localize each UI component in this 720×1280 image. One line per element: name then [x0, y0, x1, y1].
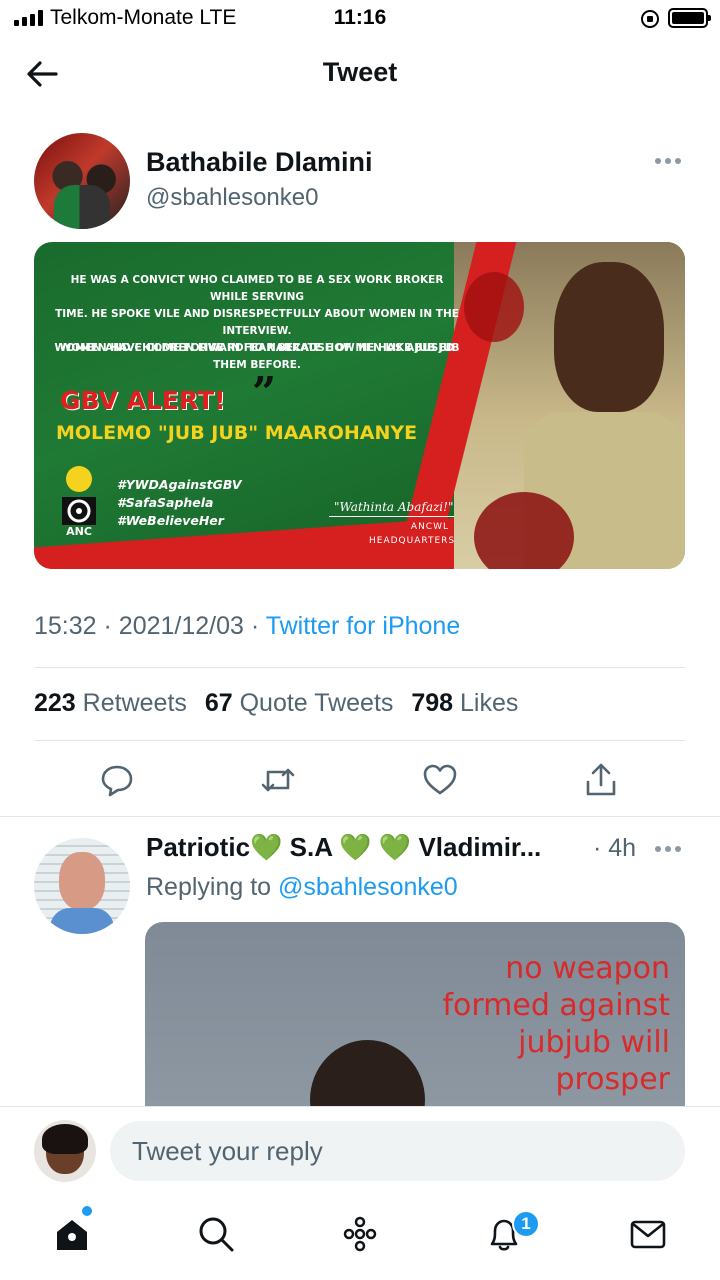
- tweet-meta: 15:32 · 2021/12/03 · Twitter for iPhone: [34, 612, 461, 640]
- tweet-source-link[interactable]: Twitter for iPhone: [266, 612, 461, 640]
- author-handle[interactable]: @sbahlesonke0: [146, 184, 318, 212]
- status-time: 11:16: [333, 6, 387, 29]
- battery-icon: [668, 8, 711, 28]
- like-button[interactable]: [420, 756, 460, 804]
- reply-input[interactable]: [110, 1121, 685, 1181]
- share-button[interactable]: [581, 756, 621, 804]
- divider: [34, 667, 685, 668]
- reply-media[interactable]: no weapon formed against jubjub will pro…: [145, 922, 685, 1122]
- tab-home[interactable]: [48, 1210, 96, 1258]
- media-hashtags: #YWDAgainstGBV #SafaSaphela #WeBelieveHe…: [117, 477, 242, 528]
- nav-header: Tweet: [0, 40, 720, 115]
- media-signature: "Wathinta Abafazi!": [334, 500, 454, 514]
- reply-author-name[interactable]: Patriotic💚 S.A 💚 💚 Vladimir...: [146, 832, 541, 863]
- tab-search[interactable]: [192, 1210, 240, 1258]
- tweet-date: 2021/12/03: [118, 612, 244, 640]
- replying-to: Replying to @sbahlesonke0: [146, 873, 458, 901]
- tweet-more-button[interactable]: [655, 150, 685, 172]
- media-org: ANCWL HEADQUARTERS: [369, 522, 456, 546]
- reply-author-avatar[interactable]: [34, 838, 130, 934]
- media-text-2: Women and children live in fear because …: [54, 342, 460, 354]
- tweet-stats: 223 Retweets 67 Quote Tweets 798 Likes: [34, 689, 529, 718]
- page-title: Tweet: [322, 57, 398, 87]
- reply-button[interactable]: [97, 756, 137, 804]
- tab-bar: [0, 1196, 720, 1280]
- reply-composer: [0, 1106, 720, 1196]
- anc-logo-icon: ANC: [62, 466, 96, 537]
- svg-text:ANC: ANC: [66, 525, 92, 537]
- reply-media-text: no weapon formed against jubjub will pro…: [442, 951, 670, 1097]
- media-alert: GBV ALERT!: [60, 386, 226, 415]
- home-icon: [57, 1220, 87, 1250]
- quote-tweets-stat[interactable]: 67 Quote Tweets: [205, 689, 394, 717]
- retweet-icon: [261, 768, 295, 792]
- retweets-stat[interactable]: 223 Retweets: [34, 689, 187, 717]
- mention-link[interactable]: @sbahlesonke0: [278, 873, 458, 901]
- tab-spaces[interactable]: [336, 1210, 384, 1258]
- reply-more-button[interactable]: [655, 838, 685, 860]
- orientation-lock-icon: [641, 10, 659, 28]
- notifications-badge: 1: [512, 1210, 540, 1238]
- media-subject: MOLEMO "JUB JUB" MAAROHANYE: [56, 422, 418, 444]
- author-avatar[interactable]: [34, 133, 130, 229]
- heart-icon: [423, 764, 457, 795]
- retweet-button[interactable]: [258, 756, 298, 804]
- search-icon: [199, 1217, 234, 1252]
- media-text: He was a convict who claimed to be a sex…: [55, 274, 459, 371]
- divider: [34, 740, 685, 741]
- tweet-media[interactable]: He was a convict who claimed to be a sex…: [34, 242, 685, 569]
- comment-icon: [101, 765, 133, 797]
- reply-time: · 4h: [593, 834, 637, 862]
- author-name[interactable]: Bathabile Dlamini: [146, 147, 373, 178]
- status-bar: Telkom-Monate LTE 11:16: [0, 0, 720, 40]
- mail-icon: [630, 1220, 666, 1249]
- more-dots-icon: [655, 838, 685, 860]
- home-unread-dot: [82, 1206, 92, 1216]
- my-avatar[interactable]: [34, 1120, 96, 1182]
- share-icon: [586, 763, 616, 796]
- divider: [0, 816, 720, 817]
- likes-stat[interactable]: 798 Likes: [411, 689, 518, 717]
- more-dots-icon: [655, 150, 685, 172]
- tweet-actions: [0, 756, 720, 804]
- spaces-icon: [343, 1216, 377, 1252]
- tab-messages[interactable]: [624, 1210, 672, 1258]
- tweet-time: 15:32: [34, 612, 97, 640]
